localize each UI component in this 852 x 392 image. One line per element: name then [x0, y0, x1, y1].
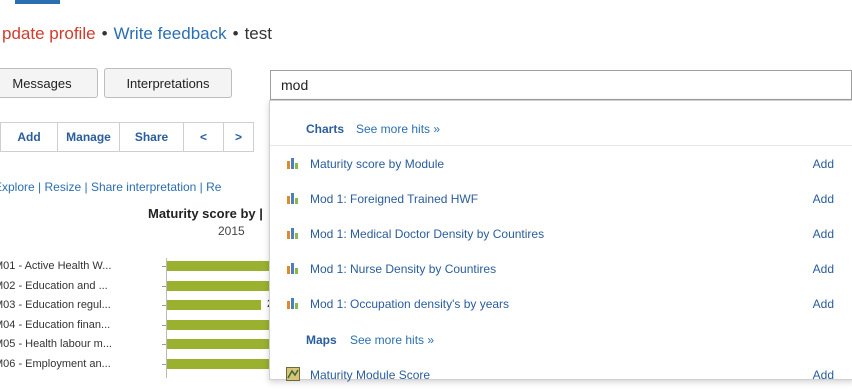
axis-tick — [162, 266, 166, 267]
axis-tick — [162, 305, 166, 306]
chart-category-row: M04 - Education finan... — [0, 317, 287, 335]
chart-result-item[interactable]: Mod 1: Medical Doctor Density by Countir… — [270, 216, 852, 251]
category-label: M02 - Education and ... — [0, 279, 108, 292]
write-feedback-link[interactable]: Write feedback — [114, 24, 227, 43]
category-label: M01 - Active Health W... — [0, 260, 112, 272]
profile-links: pdate profile • Write feedback • test — [2, 24, 272, 44]
chart-category-row: M01 - Active Health W... — [0, 258, 287, 276]
category-label: M03 - Education regul... — [0, 299, 111, 311]
favorite-toolbar: Add Manage Share < > — [0, 122, 254, 152]
maps-section-title: Maps — [306, 333, 337, 347]
chart-result-label[interactable]: Maturity score by Module — [310, 157, 444, 171]
chart-bar[interactable] — [167, 300, 261, 310]
chart-title: Maturity score by | — [148, 206, 263, 221]
search-input[interactable] — [270, 70, 852, 100]
chart-result-item[interactable]: Mod 1: Nurse Density by Countires Add — [270, 251, 852, 286]
search-results-dropdown: Charts See more hits » Maturity score by… — [269, 100, 852, 382]
add-chart-link[interactable]: Add — [813, 297, 834, 311]
chart-result-item[interactable]: Maturity score by Module Add — [270, 146, 852, 181]
favorite-action-links[interactable]: Explore | Resize | Share interpretation … — [0, 180, 221, 194]
chart-category-row: M06 - Employment an... — [0, 356, 287, 374]
chart-category-row: M02 - Education and ... — [0, 278, 287, 296]
chart-result-item[interactable]: Mod 1: Foreigned Trained HWF Add — [270, 181, 852, 216]
manage-button[interactable]: Manage — [58, 122, 120, 152]
chart-result-label[interactable]: Mod 1: Foreigned Trained HWF — [310, 192, 478, 206]
chart-category-row: M05 - Health labour m... — [0, 336, 287, 354]
active-tab-indicator — [15, 0, 60, 4]
axis-tick — [162, 363, 166, 365]
interpretations-button[interactable]: Interpretations — [104, 68, 232, 98]
charts-section-title: Charts — [306, 122, 345, 136]
category-label: M06 - Employment an... — [0, 357, 111, 370]
chart-icon — [286, 296, 300, 310]
chart-icon — [286, 226, 300, 240]
chart-icon — [286, 191, 300, 205]
chart-icon — [286, 261, 300, 275]
chart-result-item[interactable]: Mod 1: Occupation density's by years Add — [270, 286, 852, 321]
share-button[interactable]: Share — [120, 122, 184, 152]
maps-section-header: Maps See more hits » — [270, 322, 852, 356]
map-icon — [286, 367, 300, 381]
axis-tick — [162, 324, 166, 326]
category-label: M05 - Health labour m... — [0, 338, 112, 350]
map-result-item[interactable]: Maturity Module Score Add — [270, 357, 852, 392]
maps-see-more-link[interactable]: See more hits » — [350, 333, 434, 347]
add-button[interactable]: Add — [0, 122, 58, 152]
charts-section-header: Charts See more hits » — [270, 111, 852, 146]
charts-see-more-link[interactable]: See more hits » — [356, 122, 440, 136]
previous-button[interactable]: < — [184, 122, 224, 152]
category-label: M04 - Education finan... — [0, 318, 111, 331]
chart-category-row: M03 - Education regul...22.: — [0, 297, 285, 315]
add-chart-link[interactable]: Add — [813, 227, 834, 241]
axis-tick — [162, 344, 166, 345]
chart-result-label[interactable]: Mod 1: Medical Doctor Density by Countir… — [310, 227, 544, 241]
add-chart-link[interactable]: Add — [813, 157, 834, 171]
add-chart-link[interactable]: Add — [813, 262, 834, 276]
add-chart-link[interactable]: Add — [813, 192, 834, 206]
chart-result-label[interactable]: Mod 1: Nurse Density by Countires — [310, 262, 496, 276]
separator: • — [101, 24, 108, 43]
add-map-link[interactable]: Add — [813, 368, 834, 382]
chart-icon — [286, 156, 300, 170]
messages-button[interactable]: Messages — [0, 68, 98, 98]
update-profile-link[interactable]: pdate profile — [2, 24, 96, 43]
next-button[interactable]: > — [224, 122, 254, 152]
separator: • — [232, 24, 239, 43]
map-result-label[interactable]: Maturity Module Score — [310, 368, 430, 382]
axis-tick — [162, 285, 166, 287]
chart-subtitle: 2015 — [218, 224, 245, 238]
user-name: test — [244, 24, 272, 43]
chart-result-label[interactable]: Mod 1: Occupation density's by years — [310, 297, 509, 311]
